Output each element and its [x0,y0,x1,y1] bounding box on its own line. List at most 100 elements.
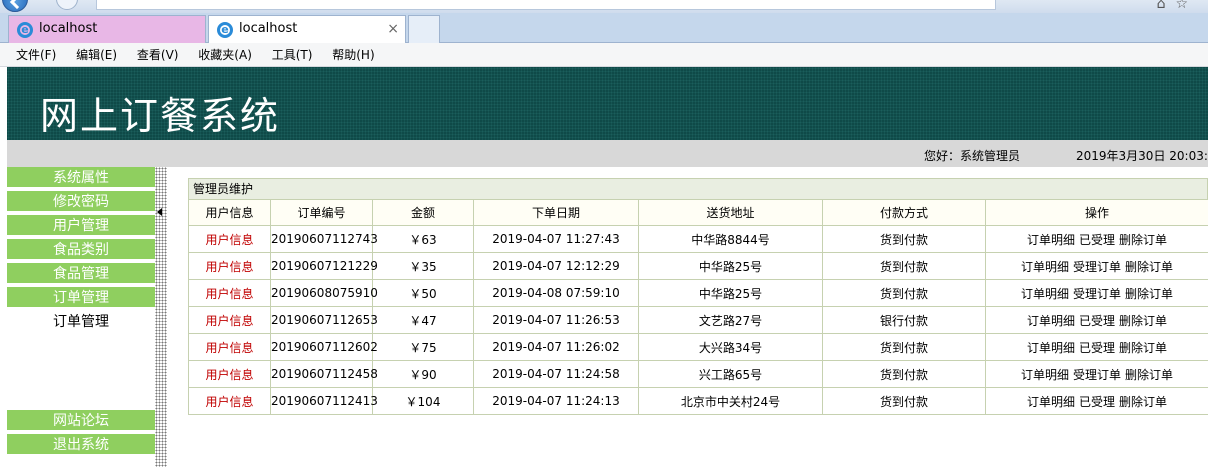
table-row: 用户信息 20190607121229 ￥35 2019-04-07 12:12… [188,252,1208,280]
delete-order-link[interactable]: 删除订单 [1119,233,1167,247]
user-info-link[interactable]: 用户信息 [188,306,271,334]
delete-order-link[interactable]: 删除订单 [1119,395,1167,409]
new-tab-button[interactable] [408,15,440,43]
amount: ￥47 [372,306,474,334]
menu-edit[interactable]: 编辑(E) [76,43,117,67]
menu-view[interactable]: 查看(V) [137,43,179,67]
menu-favorites[interactable]: 收藏夹(A) [198,43,252,67]
status-link[interactable]: 受理订单 [1073,260,1121,274]
status-link[interactable]: 已受理 [1079,341,1115,355]
order-number: 20190607121229 [270,252,378,280]
order-date: 2019-04-07 11:26:02 [473,333,639,361]
delete-order-link[interactable]: 删除订单 [1125,260,1173,274]
address: 中华路25号 [638,252,823,280]
tab-label: localhost [39,21,98,36]
address: 大兴路34号 [638,333,823,361]
delete-order-link[interactable]: 删除订单 [1125,368,1173,382]
operations: 订单明细 已受理 删除订单 [985,225,1208,253]
address: 北京市中关村24号 [638,387,823,415]
order-detail-link[interactable]: 订单明细 [1027,233,1075,247]
table-row: 用户信息 20190607112653 ￥47 2019-04-07 11:26… [188,306,1208,334]
order-number: 20190607112743 [270,225,378,253]
ie-icon: e [17,22,33,38]
status-link[interactable]: 已受理 [1079,395,1115,409]
menu-tools[interactable]: 工具(T) [272,43,313,67]
address-bar[interactable] [96,0,996,10]
menu-file[interactable]: 文件(F) [16,43,56,67]
sidebar-item-logout[interactable]: 退出系统 [7,434,155,456]
operations: 订单明细 已受理 删除订单 [985,306,1208,334]
address: 中华路25号 [638,279,823,307]
address: 文艺路27号 [638,306,823,334]
order-detail-link[interactable]: 订单明细 [1027,341,1075,355]
col-header: 金额 [372,199,474,226]
table-row: 用户信息 20190607112602 ￥75 2019-04-07 11:26… [188,333,1208,361]
info-bar: 您好：系统管理员 2019年3月30日 20:03:12 [7,140,1208,167]
col-header: 操作 [985,199,1208,226]
user-info-link[interactable]: 用户信息 [188,333,271,361]
browser-toolbar: ⌂☆ [0,0,1208,13]
sidebar-item-forum[interactable]: 网站论坛 [7,410,155,432]
menu-help[interactable]: 帮助(H) [332,43,374,67]
order-number: 20190607112458 [270,360,378,388]
back-icon[interactable] [2,0,28,12]
order-detail-link[interactable]: 订单明细 [1027,395,1075,409]
sidebar: 系统属性 修改密码 用户管理 食品类别 食品管理 订单管理 订单管理 网站论坛 … [7,167,155,467]
payment-method: 银行付款 [822,306,986,334]
forward-icon[interactable] [56,0,78,10]
status-link[interactable]: 受理订单 [1073,287,1121,301]
status-link[interactable]: 已受理 [1079,233,1115,247]
payment-method: 货到付款 [822,333,986,361]
browser-tab-active[interactable]: e localhost × [208,15,406,43]
close-tab-icon[interactable]: × [387,16,399,42]
toolbar-icons[interactable]: ⌂☆ [1157,0,1198,12]
operations: 订单明细 受理订单 删除订单 [985,279,1208,307]
address: 中华路8844号 [638,225,823,253]
operations: 订单明细 已受理 删除订单 [985,387,1208,415]
sidebar-item-system-properties[interactable]: 系统属性 [7,167,155,189]
order-number: 20190607112602 [270,333,378,361]
app-title: 网上订餐系统 [40,94,281,138]
order-detail-link[interactable]: 订单明细 [1021,287,1069,301]
col-header: 下单日期 [473,199,639,226]
amount: ￥75 [372,333,474,361]
payment-method: 货到付款 [822,225,986,253]
delete-order-link[interactable]: 删除订单 [1119,341,1167,355]
user-info-link[interactable]: 用户信息 [188,252,271,280]
greeting: 您好：系统管理员 [924,149,1021,163]
collapse-arrow-icon[interactable] [157,208,162,216]
col-header: 付款方式 [822,199,986,226]
sidebar-subitem-order-management[interactable]: 订单管理 [7,311,155,333]
sidebar-item-change-password[interactable]: 修改密码 [7,191,155,213]
datetime: 2019年3月30日 20:03:12 [1076,149,1208,163]
amount: ￥90 [372,360,474,388]
page-left-edge [0,67,7,467]
sidebar-item-food-category[interactable]: 食品类别 [7,239,155,261]
status-link[interactable]: 已受理 [1079,314,1115,328]
status-link[interactable]: 受理订单 [1073,368,1121,382]
amount: ￥50 [372,279,474,307]
sidebar-item-user-management[interactable]: 用户管理 [7,215,155,237]
menu-bar: 文件(F) 编辑(E) 查看(V) 收藏夹(A) 工具(T) 帮助(H) [0,43,1208,67]
delete-order-link[interactable]: 删除订单 [1125,287,1173,301]
order-date: 2019-04-07 11:27:43 [473,225,639,253]
user-info-link[interactable]: 用户信息 [188,279,271,307]
tab-label: localhost [239,21,298,36]
delete-order-link[interactable]: 删除订单 [1119,314,1167,328]
browser-tab[interactable]: e localhost [8,15,206,43]
payment-method: 货到付款 [822,360,986,388]
user-info-link[interactable]: 用户信息 [188,360,271,388]
sidebar-item-order-management[interactable]: 订单管理 [7,287,155,309]
header-banner: 网上订餐系统 [7,67,1208,140]
user-info-link[interactable]: 用户信息 [188,387,271,415]
order-number: 20190608075910 [270,279,378,307]
user-info-link[interactable]: 用户信息 [188,225,271,253]
order-date: 2019-04-07 12:12:29 [473,252,639,280]
sidebar-item-food-management[interactable]: 食品管理 [7,263,155,285]
order-detail-link[interactable]: 订单明细 [1021,368,1069,382]
order-detail-link[interactable]: 订单明细 [1021,260,1069,274]
order-date: 2019-04-08 07:59:10 [473,279,639,307]
ie-icon: e [217,22,233,38]
order-detail-link[interactable]: 订单明细 [1027,314,1075,328]
operations: 订单明细 受理订单 删除订单 [985,360,1208,388]
